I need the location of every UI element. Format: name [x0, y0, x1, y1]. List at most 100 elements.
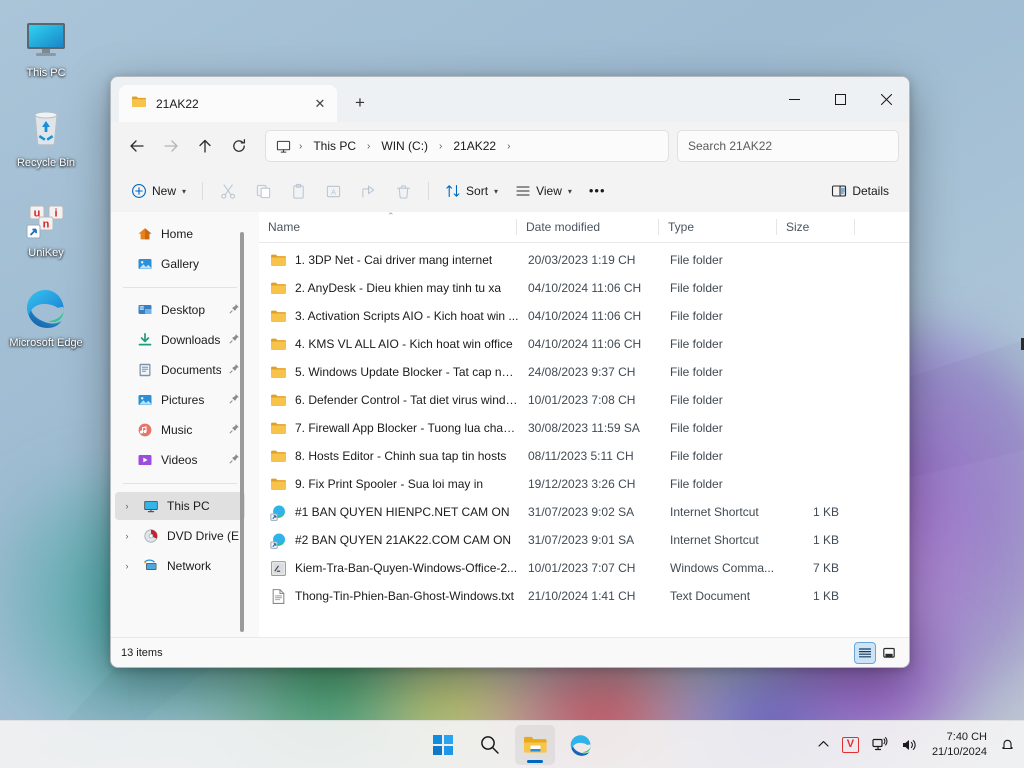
notification-center-button[interactable]	[995, 727, 1020, 763]
sidebar-item-dvd-drive[interactable]: › DVD Drive (E:) W	[115, 522, 245, 550]
forward-button[interactable]	[155, 130, 187, 162]
start-button[interactable]	[423, 725, 463, 765]
file-type-cell: Text Document	[670, 589, 751, 603]
column-header-date-modified[interactable]: Date modified	[517, 212, 659, 242]
file-name-label: Thong-Tin-Phien-Ban-Ghost-Windows.txt	[295, 589, 514, 603]
maximize-button[interactable]	[817, 77, 863, 122]
tab-21ak22[interactable]: 21AK22 ✕	[119, 85, 337, 122]
tray-overflow-button[interactable]	[812, 727, 835, 763]
back-button[interactable]	[121, 130, 153, 162]
desktop-icon-recycle-bin[interactable]: Recycle Bin	[0, 98, 92, 174]
cut-button[interactable]	[211, 176, 245, 206]
table-row[interactable]: 1. 3DP Net - Cai driver mang internet 20/…	[261, 246, 907, 274]
tray-network-button[interactable]	[866, 727, 894, 763]
breadcrumb[interactable]: › This PC › WIN (C:) › 21AK22 ›	[265, 130, 669, 162]
copy-button[interactable]	[246, 176, 280, 206]
table-row[interactable]: 7. Firewall App Blocker - Tuong lua chan…	[261, 414, 907, 442]
file-name-cell: #1 BAN QUYEN HIENPC.NET CAM ON	[261, 504, 519, 521]
breadcrumb-separator[interactable]: ›	[505, 141, 512, 152]
folder-icon	[270, 336, 287, 353]
taskbar-search-button[interactable]	[469, 725, 509, 765]
sidebar-item-this-pc[interactable]: › This PC	[115, 492, 245, 520]
delete-button[interactable]	[386, 176, 420, 206]
close-button[interactable]	[863, 77, 909, 122]
chevron-right-icon[interactable]: ›	[119, 531, 135, 541]
table-row[interactable]: 4. KMS VL ALL AIO - Kich hoat win office…	[261, 330, 907, 358]
details-pane-button[interactable]: Details	[823, 176, 897, 206]
chevron-right-icon[interactable]: ›	[119, 501, 135, 511]
minimize-button[interactable]	[771, 77, 817, 122]
new-tab-button[interactable]: +	[345, 88, 375, 118]
table-row[interactable]: 8. Hosts Editor - Chinh sua tap tin host…	[261, 442, 907, 470]
sidebar-item-documents[interactable]: Documents	[115, 356, 245, 384]
taskbar-edge-button[interactable]	[561, 725, 601, 765]
this-pc-icon[interactable]	[274, 139, 295, 154]
desktop-icon-unikey[interactable]: u i n UniKey	[0, 188, 92, 264]
more-options-button[interactable]: •••	[581, 176, 614, 206]
new-button[interactable]: New ▾	[123, 176, 194, 206]
table-row[interactable]: Thong-Tin-Phien-Ban-Ghost-Windows.txt 21/…	[261, 582, 907, 610]
table-row[interactable]: 5. Windows Update Blocker - Tat cap nha.…	[261, 358, 907, 386]
rename-button[interactable]: A	[316, 176, 350, 206]
table-row[interactable]: #1 BAN QUYEN HIENPC.NET CAM ON 31/07/2023…	[261, 498, 907, 526]
details-view-toggle[interactable]	[854, 641, 876, 664]
sidebar-item-desktop[interactable]: Desktop	[115, 296, 245, 324]
breadcrumb-21ak22[interactable]: 21AK22	[446, 136, 503, 156]
taskbar-file-explorer-button[interactable]	[515, 724, 555, 765]
table-row[interactable]: #2 BAN QUYEN 21AK22.COM CAM ON 31/07/2023…	[261, 526, 907, 554]
svg-text:i: i	[54, 208, 57, 220]
pane-splitter[interactable]	[249, 212, 259, 637]
sidebar-item-pictures[interactable]: Pictures	[115, 386, 245, 414]
view-button[interactable]: View ▾	[507, 176, 580, 206]
column-header-label: Date modified	[526, 220, 601, 234]
desktop-icon-microsoft-edge[interactable]: Microsoft Edge	[0, 278, 92, 354]
column-header-name[interactable]: Name ⌃	[259, 211, 517, 242]
sidebar-item-gallery[interactable]: Gallery	[115, 250, 245, 278]
sidebar-item-home[interactable]: Home	[115, 220, 245, 248]
up-button[interactable]	[189, 130, 221, 162]
file-explorer-window[interactable]: 21AK22 ✕ + › This PC › WIN (C:) › 21AK22…	[110, 76, 910, 668]
nav-scrollbar-thumb[interactable]	[240, 232, 244, 632]
table-row[interactable]: 6. Defender Control - Tat diet virus win…	[261, 386, 907, 414]
gallery-icon	[137, 256, 153, 272]
text-document-icon	[270, 588, 287, 605]
window-controls	[771, 77, 909, 122]
sidebar-item-label: Pictures	[161, 393, 205, 407]
search-input[interactable]: Search 21AK22	[677, 130, 899, 162]
chevron-right-icon[interactable]: ›	[119, 561, 135, 571]
table-row[interactable]: 3. Activation Scripts AIO - Kich hoat wi…	[261, 302, 907, 330]
nav-scrollbar[interactable]	[237, 220, 247, 633]
navigation-pane[interactable]: Home Gallery Desktop Downloads Documents…	[111, 212, 249, 637]
table-row[interactable]: Kiem-Tra-Ban-Quyen-Windows-Office-2... 10…	[261, 554, 907, 582]
large-icons-view-toggle[interactable]	[879, 643, 899, 663]
taskbar[interactable]: V 7:40 CH 21/10/2024	[0, 720, 1024, 768]
tray-unikey-button[interactable]: V	[837, 727, 864, 763]
sidebar-item-videos[interactable]: Videos	[115, 446, 245, 474]
desktop-icon-this-pc[interactable]: This PC	[0, 8, 92, 84]
taskbar-clock[interactable]: 7:40 CH 21/10/2024	[926, 726, 993, 764]
desktop[interactable]: This PC Recycle Bin u i n UniKey Microso…	[0, 0, 1024, 768]
column-header-type[interactable]: Type	[659, 212, 777, 242]
file-name-cell: 1. 3DP Net - Cai driver mang internet	[261, 252, 519, 269]
sidebar-item-downloads[interactable]: Downloads	[115, 326, 245, 354]
table-row[interactable]: 2. AnyDesk - Dieu khien may tinh tu xa 04…	[261, 274, 907, 302]
share-button[interactable]	[351, 176, 385, 206]
column-header-size[interactable]: Size	[777, 212, 855, 242]
sort-button[interactable]: Sort ▾	[437, 176, 506, 206]
folder-icon	[270, 448, 287, 465]
refresh-button[interactable]	[223, 130, 255, 162]
folder-icon	[270, 476, 287, 493]
internet-shortcut-icon	[270, 504, 287, 521]
table-row[interactable]: 9. Fix Print Spooler - Sua loi may in 19/…	[261, 470, 907, 498]
breadcrumb-win-c[interactable]: WIN (C:)	[374, 136, 435, 156]
sidebar-item-label: This PC	[167, 499, 210, 513]
title-bar[interactable]: 21AK22 ✕ +	[111, 77, 909, 122]
paste-button[interactable]	[281, 176, 315, 206]
videos-icon	[137, 452, 153, 468]
tab-close-button[interactable]: ✕	[309, 93, 331, 115]
tray-volume-button[interactable]	[896, 727, 924, 763]
sidebar-item-music[interactable]: Music	[115, 416, 245, 444]
sidebar-item-network[interactable]: › Network	[115, 552, 245, 580]
rename-icon: A	[326, 185, 340, 197]
breadcrumb-this-pc[interactable]: This PC	[306, 136, 363, 156]
